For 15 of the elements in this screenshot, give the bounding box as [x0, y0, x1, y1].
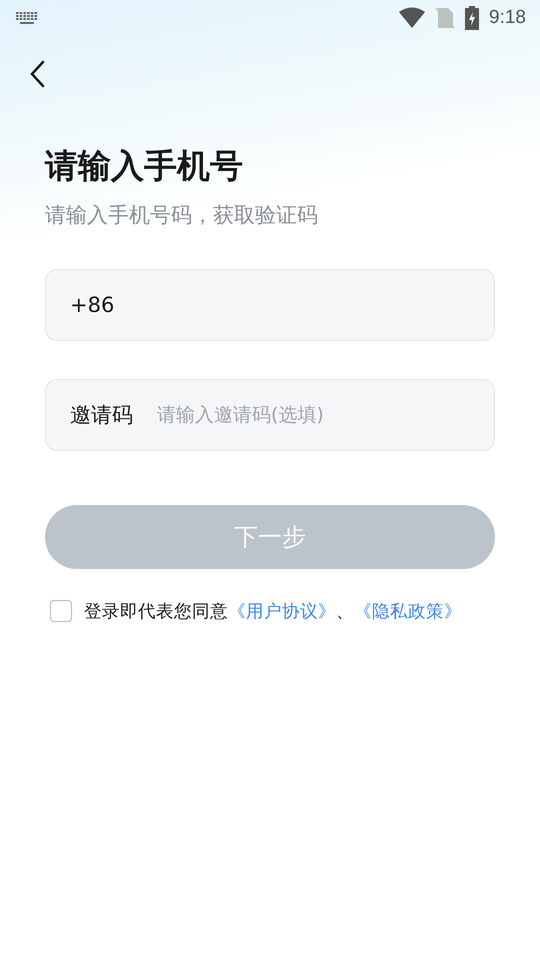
- back-icon: [29, 60, 45, 88]
- phone-field[interactable]: +86: [45, 269, 495, 341]
- agreement-text: 登录即代表您同意《用户协议》、《隐私政策》: [84, 601, 462, 623]
- page-subtitle: 请输入手机号码，获取验证码: [45, 202, 319, 229]
- agreement-link[interactable]: 《用户协议》: [228, 602, 336, 622]
- clock-time: 9:18: [489, 7, 526, 29]
- page-title: 请输入手机号: [45, 145, 244, 187]
- field-label: 邀请码: [70, 402, 133, 429]
- wifi-icon: [399, 7, 426, 29]
- keyboard-icon: [16, 12, 38, 24]
- invite-code-input[interactable]: 请输入邀请码(选填): [157, 404, 470, 426]
- no-sim-icon: [435, 7, 456, 29]
- agreement-checkbox[interactable]: [50, 600, 72, 622]
- agreement-link[interactable]: 《隐私政策》: [354, 602, 462, 622]
- battery-charging-icon: [465, 6, 480, 30]
